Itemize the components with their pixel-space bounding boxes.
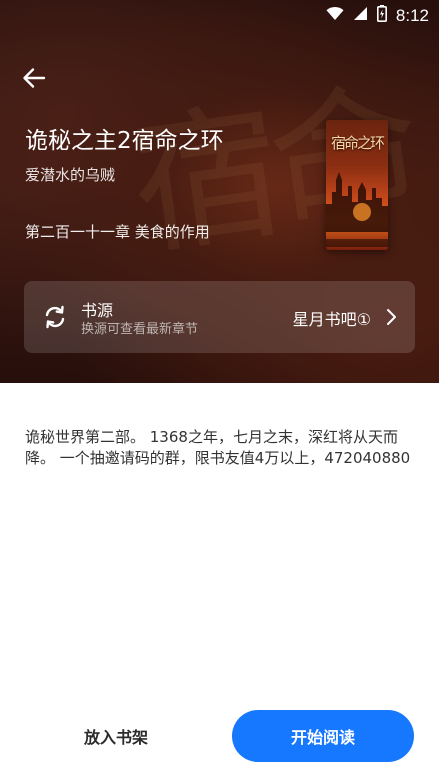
status-time: 8:12 bbox=[395, 5, 429, 25]
add-to-shelf-button[interactable]: 放入书架 bbox=[34, 710, 198, 762]
source-hint: 换源可查看最新章节 bbox=[81, 322, 199, 337]
book-detail-page: 宿命 bbox=[0, 0, 439, 780]
current-source-name: 星月书吧① bbox=[292, 310, 371, 329]
latest-chapter[interactable]: 第二百一十一章 美食的作用 bbox=[25, 221, 210, 242]
back-button[interactable] bbox=[14, 62, 54, 98]
book-cover[interactable]: 宿命之环 bbox=[326, 120, 388, 250]
book-description: 诡秘世界第二部。 1368之年，七月之末，深红将从天而降。 一个抽邀请码的群，限… bbox=[25, 428, 411, 467]
chevron-right-icon bbox=[385, 308, 397, 326]
status-bar: 8:12 bbox=[0, 0, 439, 30]
back-arrow-icon bbox=[22, 67, 46, 93]
book-source-card[interactable]: 书源 换源可查看最新章节 星月书吧① bbox=[24, 281, 415, 353]
book-hero-header: 宿命 bbox=[0, 0, 439, 383]
cover-city-art bbox=[326, 172, 388, 232]
cover-title-art: 宿命之环 bbox=[330, 134, 385, 152]
battery-icon bbox=[376, 5, 387, 26]
book-author[interactable]: 爱潜水的乌贼 bbox=[25, 164, 115, 185]
wifi-icon bbox=[326, 6, 344, 25]
book-title: 诡秘之主2宿命之环 bbox=[25, 128, 224, 154]
start-reading-button[interactable]: 开始阅读 bbox=[232, 710, 414, 762]
swap-refresh-icon bbox=[42, 304, 68, 330]
signal-icon bbox=[353, 6, 368, 25]
